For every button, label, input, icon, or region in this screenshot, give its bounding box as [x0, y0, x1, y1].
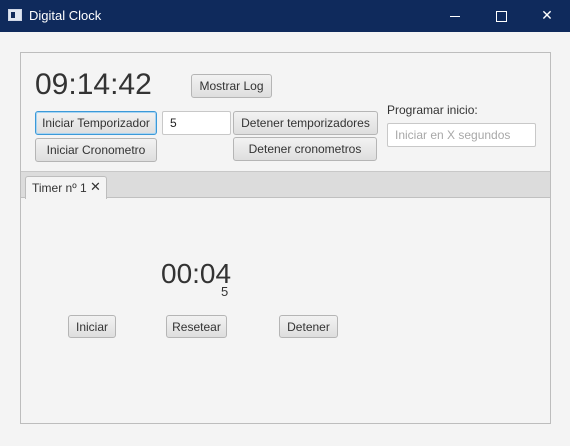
clock-display: 09:14:42 — [35, 68, 152, 101]
detener-cronometros-button[interactable]: Detener cronometros — [233, 137, 377, 161]
timer-seconds-input[interactable]: 5 — [162, 111, 231, 135]
programar-inicio-input[interactable]: Iniciar en X segundos — [387, 123, 536, 147]
close-button[interactable]: ✕ — [524, 0, 570, 32]
programar-inicio-label: Programar inicio: — [387, 103, 478, 117]
resetear-button[interactable]: Resetear — [166, 315, 227, 338]
iniciar-cronometro-button[interactable]: Iniciar Cronometro — [35, 138, 157, 162]
iniciar-temporizador-button[interactable]: Iniciar Temporizador — [35, 111, 157, 135]
maximize-icon — [495, 10, 507, 22]
close-icon: ✕ — [541, 8, 553, 24]
title-bar: Digital Clock ✕ — [0, 0, 570, 32]
window-title: Digital Clock — [29, 8, 102, 23]
minimize-icon — [450, 15, 460, 17]
minimize-button[interactable] — [432, 0, 478, 32]
tab-timer-1[interactable]: Timer nº 1 ✕ — [25, 176, 107, 199]
tab-label: Timer nº 1 — [32, 181, 87, 195]
mostrar-log-button[interactable]: Mostrar Log — [191, 74, 272, 98]
timer-subvalue: 5 — [221, 284, 229, 299]
app-window-icon — [8, 9, 22, 21]
detener-temporizadores-button[interactable]: Detener temporizadores — [233, 111, 378, 135]
maximize-button[interactable] — [478, 0, 524, 32]
detener-button[interactable]: Detener — [279, 315, 338, 338]
tab-close-icon[interactable]: ✕ — [90, 179, 101, 195]
iniciar-button[interactable]: Iniciar — [68, 315, 116, 338]
